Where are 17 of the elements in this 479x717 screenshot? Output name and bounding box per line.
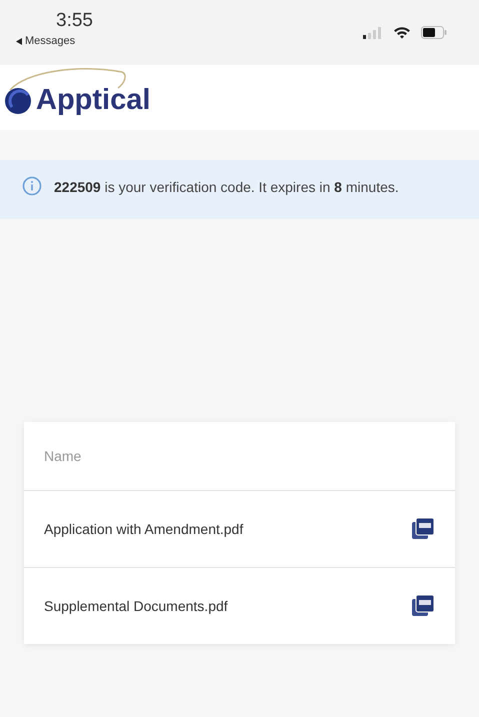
column-header: Name (44, 448, 82, 464)
battery-icon (421, 26, 447, 39)
status-time: 3:55 (56, 10, 93, 32)
document-row[interactable]: Application with Amendment.pdf (24, 491, 455, 568)
wifi-icon (393, 26, 411, 39)
back-caret-icon (16, 38, 22, 44)
logo-text: Apptical (36, 84, 150, 117)
pdf-file-icon[interactable] (411, 594, 435, 618)
notice-text: 222509 is your verification code. It expires in 8 minutes. (54, 178, 399, 197)
globe-icon (4, 86, 32, 114)
back-link[interactable]: Messages (16, 35, 76, 47)
signal-icon (363, 26, 383, 38)
pdf-file-icon[interactable] (411, 517, 435, 541)
file-name: Supplemental Documents.pdf (44, 598, 228, 614)
document-row[interactable]: Supplemental Documents.pdf (24, 568, 455, 644)
info-icon (22, 176, 42, 196)
file-name: Application with Amendment.pdf (44, 521, 244, 537)
